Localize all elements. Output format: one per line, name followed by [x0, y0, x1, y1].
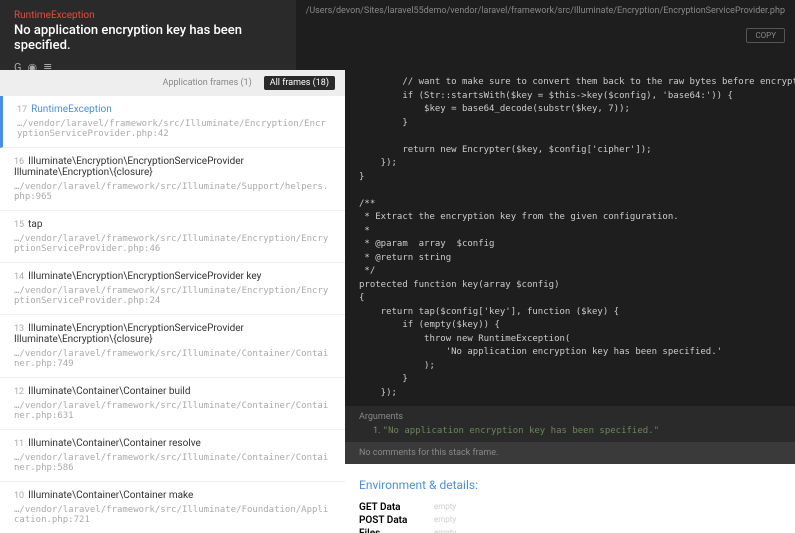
env-section-empty: empty — [434, 502, 456, 513]
stack-frame[interactable]: 16Illuminate\Encryption\EncryptionServic… — [0, 148, 345, 211]
frame-title: Illuminate\Encryption\EncryptionServiceP… — [14, 323, 244, 345]
frame-number: 16 — [14, 157, 24, 167]
code-block: // want to make sure to convert them bac… — [345, 70, 795, 406]
frame-path: …/vendor/laravel/framework/src/Illuminat… — [14, 182, 331, 202]
frame-path: …/vendor/laravel/framework/src/Illuminat… — [14, 505, 331, 525]
frames-panel[interactable]: Application frames (1) All frames (18) 1… — [0, 70, 345, 533]
env-title: Environment & details: — [359, 478, 781, 492]
main-content: Application frames (1) All frames (18) 1… — [0, 70, 795, 533]
tab-app-frames[interactable]: Application frames (1) — [157, 76, 258, 90]
frame-title: Illuminate\Container\Container make — [28, 490, 193, 501]
frame-number: 13 — [14, 324, 24, 334]
stack-frame[interactable]: 10 Illuminate\Container\Container make …/v… — [0, 482, 345, 533]
copy-button[interactable]: COPY — [746, 28, 785, 43]
frame-title: Illuminate\Encryption\EncryptionServiceP… — [14, 156, 244, 178]
env-section-label: POST Data — [359, 515, 434, 526]
exception-message: No application encryption key has been s… — [14, 23, 282, 53]
env-section-label: GET Data — [359, 502, 434, 513]
frame-title: tap — [28, 219, 42, 230]
frame-path: …/vendor/laravel/framework/src/Illuminat… — [14, 401, 331, 421]
env-details: Environment & details: GET DataemptyPOST… — [345, 464, 795, 533]
no-comments: No comments for this stack frame. — [345, 442, 795, 464]
env-section: POST Dataempty — [359, 515, 781, 526]
file-path-bar: /Users/devon/Sites/laravel55demo/vendor/… — [296, 0, 795, 70]
frame-title: RuntimeException — [31, 104, 112, 115]
stack-frame[interactable]: 14 Illuminate\Encryption\EncryptionServic… — [0, 263, 345, 315]
exception-name: RuntimeException — [14, 10, 282, 21]
frame-title: Illuminate\Container\Container build — [28, 386, 190, 397]
stack-frame[interactable]: 12 Illuminate\Container\Container build …/… — [0, 378, 345, 430]
frame-number: 15 — [14, 220, 24, 230]
frame-number: 10 — [14, 491, 24, 501]
frame-path: …/vendor/laravel/framework/src/Illuminat… — [17, 119, 331, 139]
frame-number: 17 — [17, 105, 27, 115]
frame-title: Illuminate\Container\Container resolve — [28, 438, 201, 449]
frame-title: Illuminate\Encryption\EncryptionServiceP… — [28, 271, 261, 282]
frame-number: 12 — [14, 387, 24, 397]
details-panel[interactable]: // want to make sure to convert them bac… — [345, 70, 795, 533]
tab-all-frames[interactable]: All frames (18) — [264, 76, 335, 90]
stack-frame[interactable]: 13Illuminate\Encryption\EncryptionServic… — [0, 315, 345, 378]
arguments-section: Arguments 1. "No application encryption … — [345, 406, 795, 442]
frame-number: 14 — [14, 272, 24, 282]
frame-path: …/vendor/laravel/framework/src/Illuminat… — [14, 286, 331, 306]
stack-frame[interactable]: 11 Illuminate\Container\Container resolve… — [0, 430, 345, 482]
argument-item: 1. "No application encryption key has be… — [373, 426, 781, 436]
stack-frame[interactable]: 15 tap …/vendor/laravel/framework/src/Illu… — [0, 211, 345, 263]
env-section-empty: empty — [434, 528, 456, 533]
arguments-title: Arguments — [359, 412, 781, 422]
frame-path: …/vendor/laravel/framework/src/Illuminat… — [14, 349, 331, 369]
exception-summary: RuntimeException No application encrypti… — [0, 0, 296, 70]
stack-frame[interactable]: 17 RuntimeException …/vendor/laravel/frame… — [0, 96, 345, 148]
frame-tabs: Application frames (1) All frames (18) — [0, 70, 345, 96]
env-section-label: Files — [359, 528, 434, 533]
frame-path: …/vendor/laravel/framework/src/Illuminat… — [14, 234, 331, 254]
frames-list: 17 RuntimeException …/vendor/laravel/frame… — [0, 96, 345, 533]
env-section-empty: empty — [434, 515, 456, 526]
header: RuntimeException No application encrypti… — [0, 0, 795, 70]
frame-number: 11 — [14, 439, 24, 449]
file-path: /Users/devon/Sites/laravel55demo/vendor/… — [306, 6, 785, 16]
env-section: Filesempty — [359, 528, 781, 533]
frame-path: …/vendor/laravel/framework/src/Illuminat… — [14, 453, 331, 473]
env-section: GET Dataempty — [359, 502, 781, 513]
